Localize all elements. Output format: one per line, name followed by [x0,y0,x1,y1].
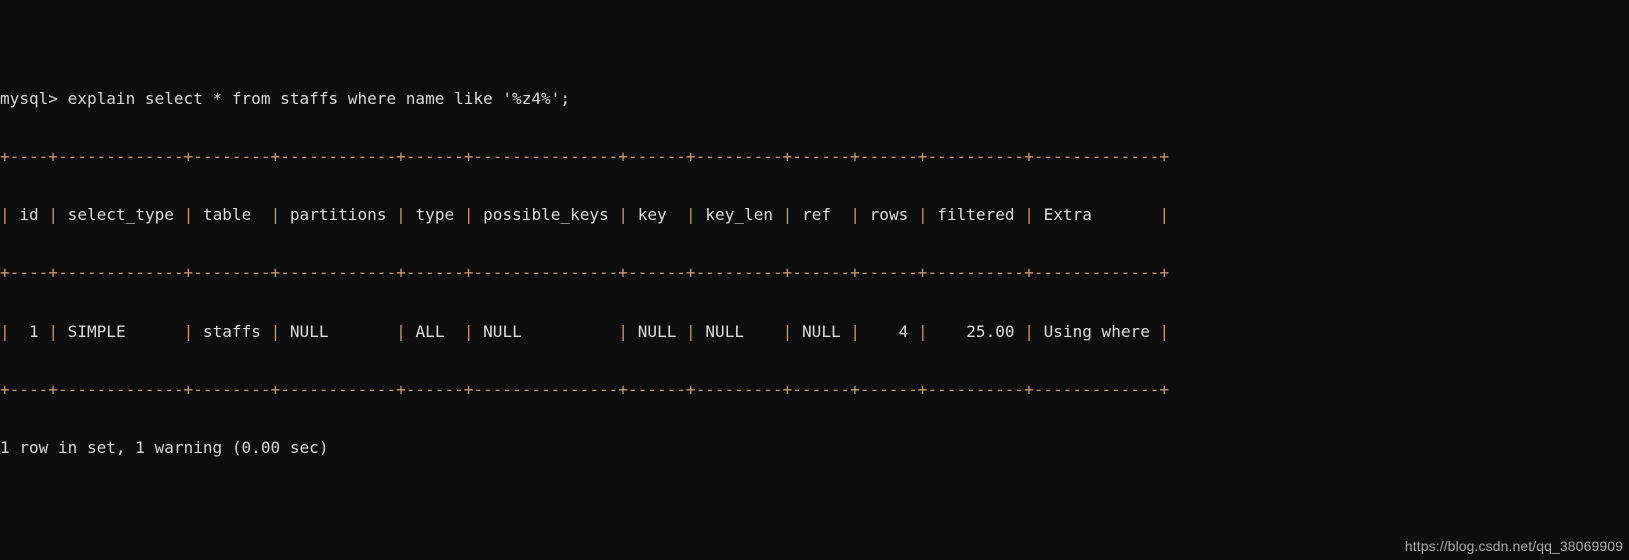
table-rule-top-1: +----+-------------+--------+-----------… [0,147,1169,167]
status-line-1: 1 row in set, 1 warning (0.00 sec) [0,437,329,457]
terminal-screen[interactable]: mysql> explain select * from staffs wher… [0,12,1629,560]
watermark-url: https://blog.csdn.net/qq_38069909 [1404,537,1623,554]
table-rule-bottom-1: +----+-------------+--------+-----------… [0,379,1169,399]
table-data-row-1: | 1 | SIMPLE | staffs | NULL | ALL | NUL… [0,321,1170,341]
table-header-row-1: | id | select_type | table | partitions … [0,205,1170,225]
terminal-window: mysql> explain select * from staffs wher… [0,0,1629,560]
table-rule-mid-1: +----+-------------+--------+-----------… [0,263,1169,283]
command-line-1: mysql> explain select * from staffs wher… [0,89,571,109]
